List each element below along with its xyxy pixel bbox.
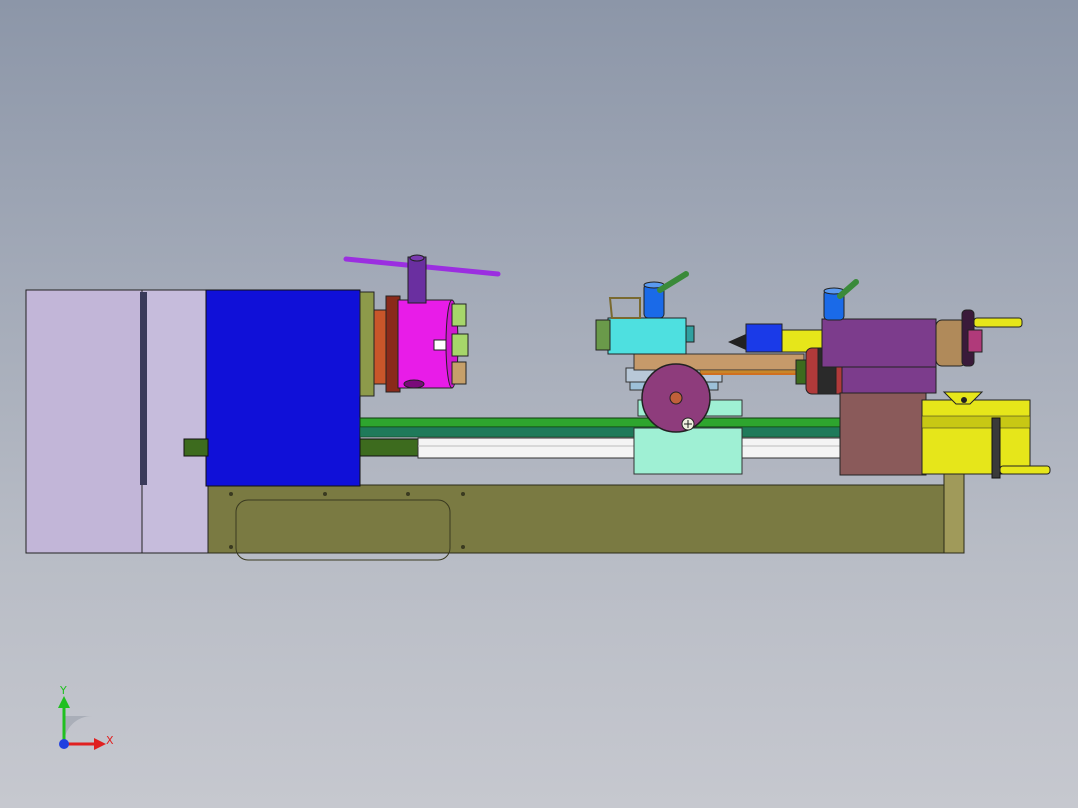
live-center[interactable]	[728, 323, 823, 353]
cad-viewport[interactable]: Y X	[0, 0, 1078, 808]
apron-handwheel[interactable]	[641, 363, 711, 433]
end-bracket[interactable]	[921, 391, 1051, 479]
three-jaw-chuck[interactable]	[397, 299, 469, 389]
coordinate-triad: Y X	[58, 684, 114, 750]
tool-post[interactable]	[595, 271, 695, 355]
headstock[interactable]	[205, 289, 361, 487]
x-axis-label: X	[106, 734, 114, 747]
headstock-cover[interactable]	[25, 289, 209, 554]
y-axis-label: Y	[59, 684, 67, 697]
spindle-flange[interactable]	[359, 291, 401, 397]
lead-screw-stub	[183, 438, 209, 457]
tailstock-handwheel[interactable]	[935, 309, 1023, 367]
